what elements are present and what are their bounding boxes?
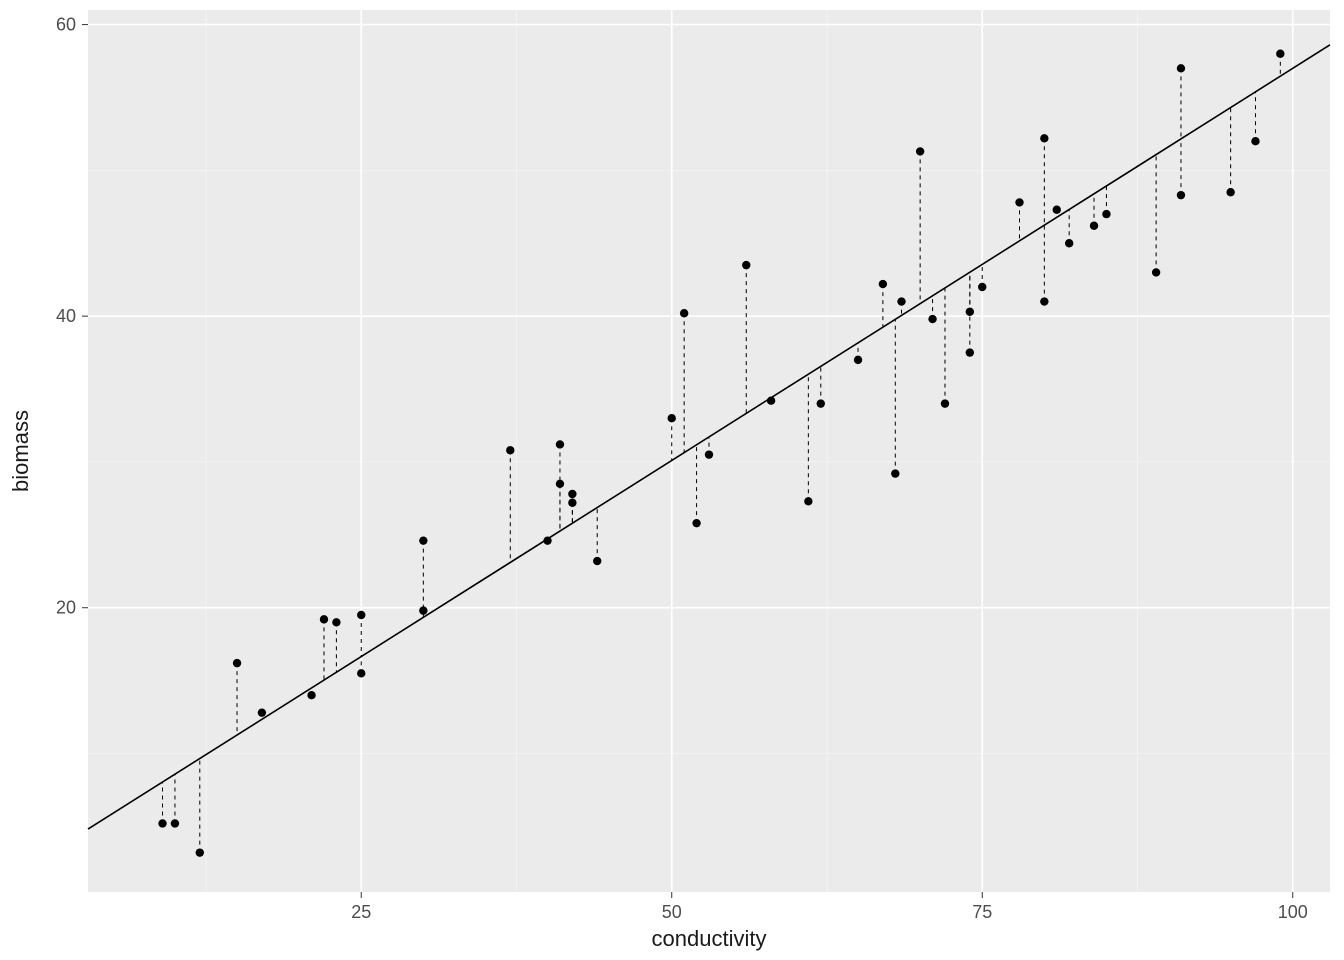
data-point [916,147,924,155]
data-point [705,450,713,458]
data-point [171,819,179,827]
data-point [897,297,905,305]
data-point [1015,198,1023,206]
y-tick-label: 20 [56,598,76,618]
data-point [767,397,775,405]
data-point [879,280,887,288]
x-tick-label: 100 [1278,902,1308,922]
data-point [357,611,365,619]
data-point [320,615,328,623]
data-point [941,399,949,407]
data-point [668,414,676,422]
y-axis-title: biomass [8,410,33,492]
data-point [966,348,974,356]
data-point [258,708,266,716]
data-point [1152,268,1160,276]
data-point [233,659,241,667]
x-tick-label: 50 [662,902,682,922]
x-tick-label: 75 [972,902,992,922]
data-point [978,283,986,291]
data-point [307,691,315,699]
data-point [1177,64,1185,72]
data-point [1053,206,1061,214]
data-point [854,356,862,364]
data-point [593,557,601,565]
x-tick-label: 25 [351,902,371,922]
data-point [891,469,899,477]
data-point [817,399,825,407]
data-point [742,261,750,269]
data-point [1040,297,1048,305]
data-point [1102,210,1110,218]
y-tick-label: 40 [56,306,76,326]
data-point [568,490,576,498]
data-point [1177,191,1185,199]
data-point [556,440,564,448]
data-point [556,480,564,488]
data-point [419,536,427,544]
data-point [692,519,700,527]
data-point [928,315,936,323]
scatter-chart: 25 50 75 100 20 40 60 conductivity biomass [0,0,1344,960]
data-point [1276,50,1284,58]
data-point [1065,239,1073,247]
data-point [804,497,812,505]
y-tick-label: 60 [56,15,76,35]
data-point [1040,134,1048,142]
data-point [332,618,340,626]
data-point [568,499,576,507]
data-point [680,309,688,317]
data-point [1226,188,1234,196]
chart-svg: 25 50 75 100 20 40 60 conductivity biomass [0,0,1344,960]
data-point [158,819,166,827]
data-point [1251,137,1259,145]
data-point [1090,222,1098,230]
data-point [506,446,514,454]
data-point [196,848,204,856]
data-point [543,536,551,544]
data-point [419,606,427,614]
data-point [966,308,974,316]
x-axis-title: conductivity [652,926,767,951]
data-point [357,669,365,677]
